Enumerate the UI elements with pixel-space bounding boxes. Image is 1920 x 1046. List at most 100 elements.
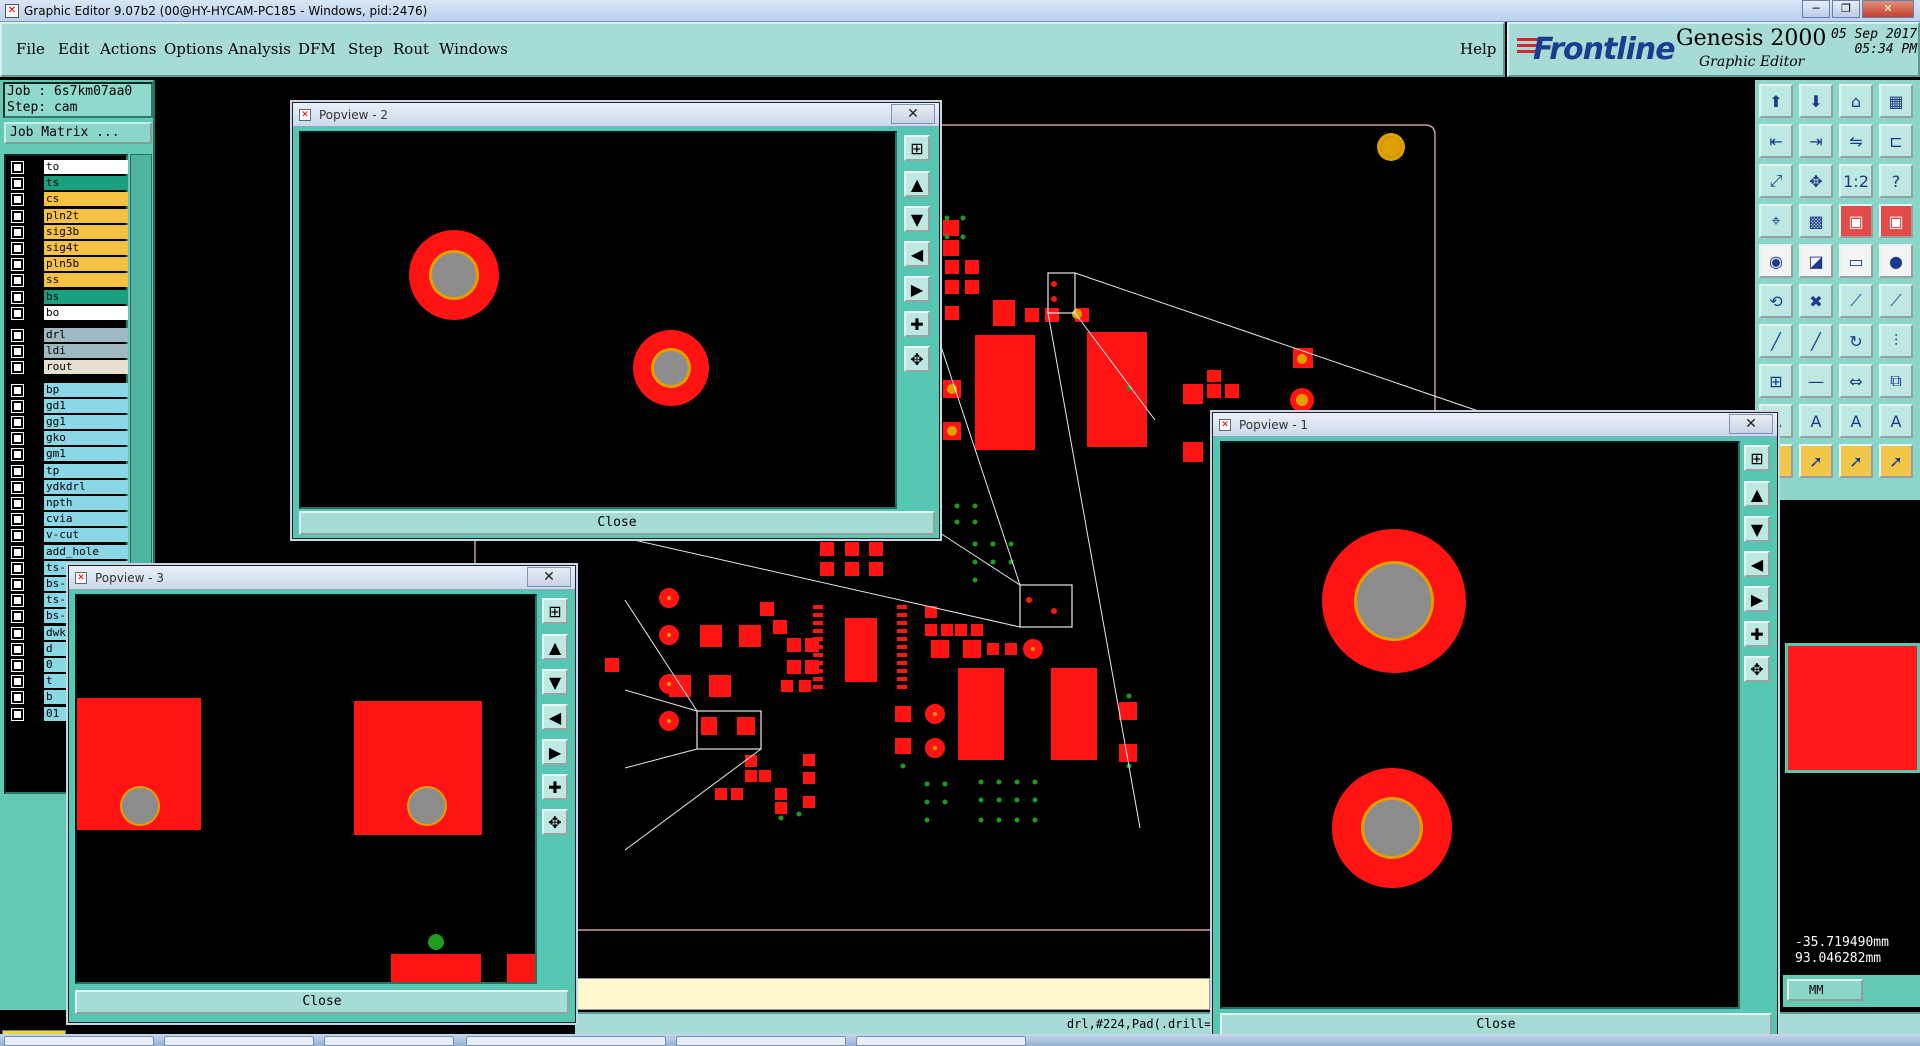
taskbar-item[interactable] [4, 1036, 154, 1046]
layer-checkbox[interactable] [11, 707, 24, 721]
pan-up-icon[interactable]: ▲ [542, 634, 568, 660]
taskbar-item[interactable] [324, 1036, 454, 1046]
layer-checkbox[interactable] [11, 225, 24, 239]
fit-icon[interactable]: ⤢ [1759, 164, 1793, 198]
pan-left-icon[interactable]: ◀ [904, 241, 930, 267]
layer-checkbox[interactable] [11, 642, 24, 656]
layer-checkbox[interactable] [11, 274, 24, 288]
line2-icon[interactable]: ╱ [1799, 324, 1833, 358]
zoom-out-icon[interactable]: ✥ [1744, 656, 1770, 682]
layer-checkbox[interactable] [11, 290, 24, 304]
layer-checkbox[interactable] [11, 242, 24, 255]
zoom-in-icon[interactable]: ✚ [904, 311, 930, 337]
edit-red2-icon[interactable]: ▣ [1879, 204, 1913, 238]
move-left-icon[interactable]: ⇤ [1759, 124, 1793, 158]
layer-checkbox[interactable] [11, 464, 24, 478]
maximize-button[interactable]: ❐ [1832, 0, 1860, 18]
menu-dfm[interactable]: DFM [298, 40, 336, 58]
text-a2-icon[interactable]: A [1799, 404, 1833, 438]
layer-checkbox[interactable] [11, 383, 24, 397]
query-icon[interactable]: ? [1879, 164, 1913, 198]
layer-checkbox[interactable] [11, 513, 24, 527]
menu-windows[interactable]: Windows [439, 40, 508, 58]
layer-row[interactable]: gd1 [8, 398, 128, 413]
line-icon[interactable]: ╱ [1759, 324, 1793, 358]
layer-row[interactable]: pln2t [8, 208, 128, 223]
zoom-fit-icon[interactable]: ⊞ [904, 135, 930, 161]
menu-rout[interactable]: Rout [393, 40, 429, 58]
cross-icon[interactable]: ✖ [1799, 284, 1833, 318]
pan-down-icon[interactable]: ▼ [904, 206, 930, 232]
layer-checkbox[interactable] [11, 177, 24, 191]
layer-checkbox[interactable] [11, 480, 24, 494]
add-shape-icon[interactable]: ◪ [1799, 244, 1833, 278]
snap-red-icon[interactable]: ⟋ [1839, 284, 1873, 318]
layer-checkbox[interactable] [11, 193, 24, 207]
connect-icon[interactable]: ⟲ [1759, 284, 1793, 318]
snap-red2-icon[interactable]: ⟋ [1879, 284, 1913, 318]
layer-row[interactable]: sig3b [8, 224, 128, 239]
layer-checkbox[interactable] [11, 448, 24, 462]
layer-checkbox[interactable] [11, 416, 24, 429]
pan-right-icon[interactable]: ▶ [1744, 586, 1770, 612]
text-a3-icon[interactable]: A [1839, 404, 1873, 438]
popview-2-close-button[interactable]: Close [299, 511, 935, 535]
text-a4-icon[interactable]: A [1879, 404, 1913, 438]
home-icon[interactable]: ⌂ [1839, 84, 1873, 118]
command-strip[interactable] [575, 978, 1210, 1010]
pan-left-icon[interactable]: ◀ [1744, 551, 1770, 577]
layer-checkbox[interactable] [11, 675, 24, 689]
layer-up-icon[interactable]: ⬆ [1759, 84, 1793, 118]
minus-icon[interactable]: — [1799, 364, 1833, 398]
layer-row[interactable]: cvia [8, 512, 128, 527]
popview-2-canvas[interactable] [299, 131, 897, 509]
layer-checkbox[interactable] [11, 545, 24, 559]
zoom-in-icon[interactable]: ✚ [542, 774, 568, 800]
layer-row[interactable]: bo [8, 305, 128, 320]
layer-row[interactable]: bs [8, 289, 128, 304]
cursor4-icon[interactable]: ➚ [1879, 444, 1913, 478]
zoom-fit-icon[interactable]: ⊞ [542, 598, 568, 624]
menu-edit[interactable]: Edit [58, 40, 89, 58]
pan-up-icon[interactable]: ▲ [904, 171, 930, 197]
layer-checkbox[interactable] [11, 610, 24, 624]
menu-actions[interactable]: Actions [100, 40, 156, 58]
layer-checkbox[interactable] [11, 578, 24, 591]
zoom-out-icon[interactable]: ✥ [542, 809, 568, 835]
layer-row[interactable]: bp [8, 382, 128, 397]
layer-row[interactable]: npth [8, 496, 128, 510]
popview-3-close-button[interactable]: Close [75, 990, 569, 1014]
popview-1-canvas[interactable] [1220, 441, 1740, 1009]
popview-3-close-x[interactable]: ✕ [527, 567, 571, 587]
ratio-icon[interactable]: 1:2 [1839, 164, 1873, 198]
layer-row[interactable]: v-cut [8, 528, 128, 543]
dot-icon[interactable]: ● [1879, 244, 1913, 278]
units-select[interactable]: MM [1787, 979, 1863, 1001]
layer-row[interactable]: cs [8, 192, 128, 207]
pad-icon[interactable]: ◉ [1759, 244, 1793, 278]
move-right-icon[interactable]: ⇥ [1799, 124, 1833, 158]
mirror-icon[interactable]: ⇋ [1839, 124, 1873, 158]
layer-checkbox[interactable] [11, 691, 24, 705]
pan-down-icon[interactable]: ▼ [1744, 516, 1770, 542]
cursor3-icon[interactable]: ➚ [1839, 444, 1873, 478]
menu-options[interactable]: Options [164, 40, 223, 58]
layer-checkbox[interactable] [11, 529, 24, 543]
window-close-button[interactable]: ✕ [1862, 0, 1914, 18]
align-icon[interactable]: ⫶ [1879, 324, 1913, 358]
job-matrix-button[interactable]: Job Matrix ... [4, 122, 152, 144]
popview-1-titlebar[interactable]: Popview - 1 [1213, 413, 1777, 437]
layer-row[interactable]: pln5b [8, 257, 128, 272]
menu-help[interactable]: Help [1460, 40, 1496, 58]
snap-icon[interactable]: ⊏ [1879, 124, 1913, 158]
resize-icon[interactable]: ⇔ [1839, 364, 1873, 398]
layer-row[interactable]: drl [8, 328, 128, 342]
layer-checkbox[interactable] [11, 432, 24, 446]
taskbar-item[interactable] [466, 1036, 666, 1046]
layer-checkbox[interactable] [11, 399, 24, 413]
layer-checkbox[interactable] [11, 594, 24, 608]
layer-checkbox[interactable] [11, 626, 24, 640]
cursor2-icon[interactable]: ➚ [1799, 444, 1833, 478]
layer-row[interactable]: tp [8, 463, 128, 478]
layer-checkbox[interactable] [11, 659, 24, 672]
